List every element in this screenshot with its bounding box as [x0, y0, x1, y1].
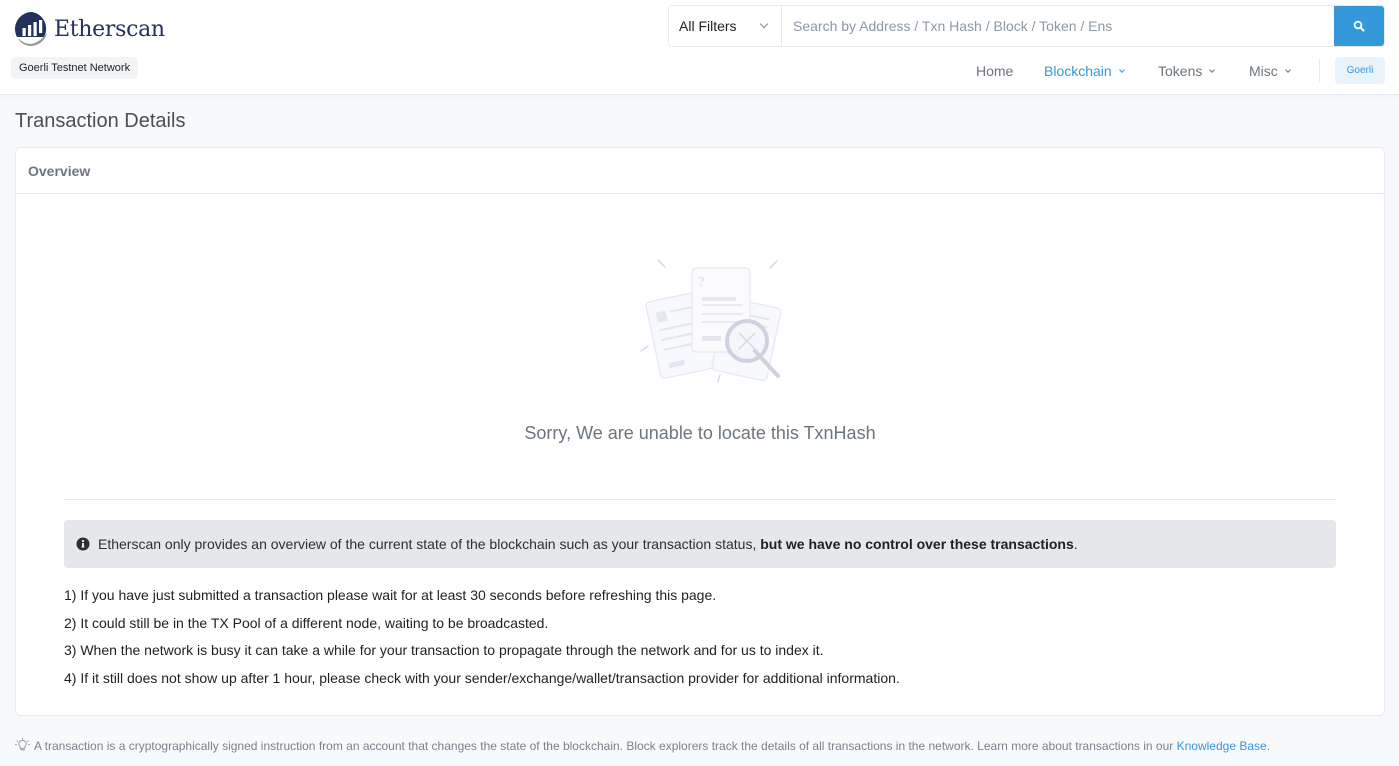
brand-name: Etherscan [54, 16, 165, 42]
nav-item-home[interactable]: Home [976, 63, 1013, 79]
nav-divider [1319, 58, 1320, 82]
footnote-text: A transaction is a cryptographically sig… [34, 738, 1174, 753]
tip-item: 1) If you have just submitted a transact… [64, 587, 717, 603]
alert-suffix: . [1073, 536, 1078, 552]
lightbulb-icon [15, 738, 30, 751]
card-header-title: Overview [28, 162, 91, 179]
tip-item: 4) If it still does not show up after 1 … [64, 669, 900, 686]
nav-item-label: Blockchain [1044, 63, 1112, 79]
search-filter-value: All Filters [679, 18, 737, 34]
alert-text: Etherscan only provides an overview of t… [98, 536, 757, 552]
search-input[interactable] [782, 6, 1334, 46]
overview-card: Overview ? Sorry, We are unable to locat… [15, 147, 1385, 716]
svg-text:?: ? [698, 275, 704, 289]
tips-list: 1) If you have just submitted a transact… [64, 586, 900, 696]
nav-item-label: Misc [1249, 63, 1278, 79]
footnote-suffix: . [1266, 738, 1271, 753]
etherscan-logo-icon [15, 12, 47, 46]
search-bar: All Filters [668, 5, 1385, 47]
nav-item-label: Home [976, 63, 1014, 79]
nav-item-blockchain[interactable]: Blockchain [1044, 63, 1125, 79]
chevron-down-icon [1209, 66, 1216, 73]
chevron-down-icon [1284, 66, 1291, 73]
nav-item-label: Tokens [1158, 63, 1203, 79]
tip-item: 3) When the network is busy it can take … [64, 642, 824, 658]
network-switch-button[interactable]: Goerli [1335, 57, 1385, 84]
search-button[interactable] [1334, 6, 1384, 46]
not-found-message: Sorry, We are unable to locate this TxnH… [524, 423, 876, 443]
alert-bold-text: but we have no control over these transa… [760, 536, 1074, 552]
tip-item: 2) It could still be in the TX Pool of a… [64, 614, 549, 631]
footnote: A transaction is a cryptographically sig… [15, 738, 1270, 753]
info-alert: Etherscan only provides an overview of t… [64, 520, 1336, 568]
main-nav: Home Blockchain Tokens Misc [0, 58, 1399, 84]
etherscan-logo[interactable]: Etherscan [14, 10, 165, 48]
nav-item-tokens[interactable]: Tokens [1158, 63, 1216, 79]
search-icon [1353, 20, 1365, 32]
search-filter-select[interactable]: All Filters [669, 6, 782, 46]
nav-item-misc[interactable]: Misc [1249, 63, 1291, 79]
site-header: Etherscan Goerli Testnet Network All Fil… [0, 0, 1399, 95]
card-header: Overview [16, 148, 1384, 194]
not-found-illustration-icon: ? [640, 259, 781, 383]
knowledge-base-link[interactable]: Knowledge Base [1177, 739, 1267, 753]
chevron-down-icon [1118, 66, 1125, 73]
info-circle-icon [76, 537, 90, 551]
divider [64, 499, 1336, 500]
chevron-down-icon [759, 19, 769, 29]
page-title: Transaction Details [15, 110, 186, 132]
